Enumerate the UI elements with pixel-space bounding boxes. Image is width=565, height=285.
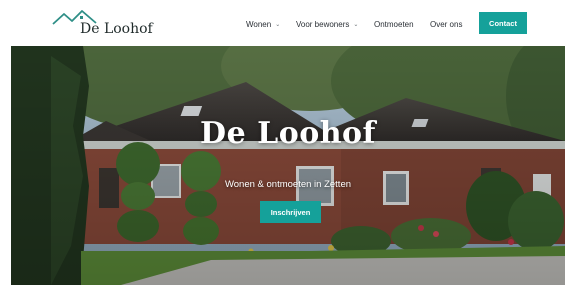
chevron-down-icon: ⌄	[353, 21, 359, 28]
nav-item-over-ons[interactable]: Over ons	[430, 16, 462, 32]
nav-item-wonen[interactable]: Wonen ⌄	[246, 16, 280, 32]
hero-photo	[11, 46, 565, 285]
nav-label: Wonen	[246, 19, 272, 29]
site-logo[interactable]: De Loohof	[52, 8, 162, 40]
hero-subtitle: Wonen & ontmoeten in Zetten	[224, 179, 352, 190]
contact-button[interactable]: Contact	[479, 12, 527, 34]
hero-section: De Loohof Wonen & ontmoeten in Zetten In…	[11, 46, 565, 285]
nav-label: Over ons	[430, 19, 463, 29]
nav-label: Voor bewoners	[296, 19, 350, 29]
logo-text: De Loohof	[80, 21, 153, 37]
chevron-down-icon: ⌄	[275, 21, 281, 28]
nav-item-ontmoeten[interactable]: Ontmoeten	[374, 16, 414, 32]
nav-item-voor-bewoners[interactable]: Voor bewoners ⌄	[296, 16, 358, 32]
inschrijven-button[interactable]: Inschrijven	[260, 201, 321, 223]
nav-label: Ontmoeten	[374, 19, 414, 29]
site-header: De Loohof Wonen ⌄ Voor bewoners ⌄ Ontmoe…	[0, 0, 565, 46]
hero-title: De Loohof	[200, 116, 376, 151]
